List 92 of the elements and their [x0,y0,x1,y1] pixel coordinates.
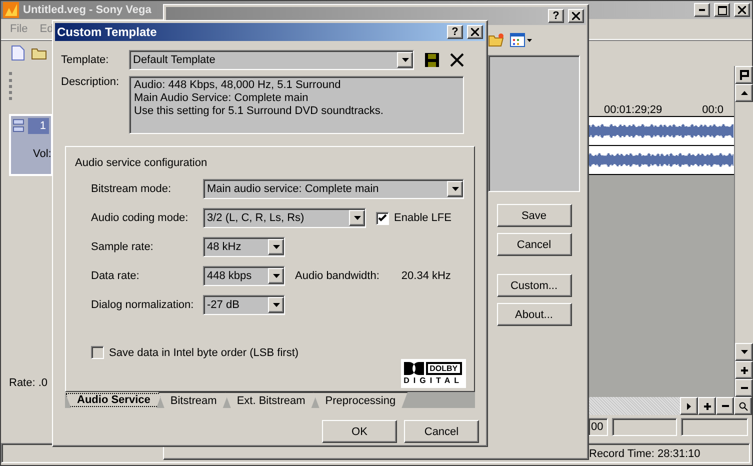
dialog-button[interactable]: About... [496,303,572,326]
delete-icon[interactable] [450,53,464,67]
caret-icon [452,187,458,191]
close-icon [738,6,746,14]
dialog-button[interactable]: Cancel [404,420,479,443]
zoom-out-button[interactable] [735,379,753,397]
window-title: Untitled.veg - Sony Vega [23,4,152,16]
volume-label: Vol: [32,148,49,160]
dialog-button[interactable]: Cancel [496,233,572,256]
bandwidth-label: Audio bandwidth: [295,270,380,282]
close-icon [471,28,479,36]
checkbox[interactable] [91,346,104,359]
dialog-button[interactable]: Save [496,204,572,227]
dropdown[interactable]: 48 kHz [203,237,285,257]
flag-icon [740,70,748,80]
dropdown[interactable]: 3/2 (L, C, R, Ls, Rs) [203,208,366,228]
tab[interactable]: Ext. Bitstream [224,392,318,408]
close-button[interactable] [467,25,483,39]
caret-icon [272,245,280,249]
field-label: Audio coding mode: [91,212,190,224]
caret-icon [740,350,748,354]
zoom-out-button[interactable] [716,397,734,415]
text-field[interactable] [681,418,748,436]
right-arrow-icon [687,402,691,410]
description-line: Audio: 448 Kbps, 48,000 Hz, 5.1 Surround [134,79,342,92]
time-marker: 00:0 [702,104,724,116]
dropdown[interactable]: -27 dB [203,295,285,315]
tab[interactable]: Audio Service [65,392,162,408]
marker-button[interactable] [735,66,753,84]
caret-icon [354,216,360,220]
scroll-down-button[interactable] [735,343,753,361]
caret-icon [272,303,280,307]
maximize-icon [718,6,726,14]
time-field[interactable]: 00 [588,418,608,436]
help-button[interactable]: ? [447,25,463,39]
horizontal-scrollbar[interactable] [588,397,752,415]
close-icon [572,12,580,20]
caret-icon [402,58,408,62]
magnifier-icon [738,402,748,410]
dialog-button[interactable]: OK [322,420,397,443]
maximize-button[interactable] [714,3,730,17]
field-label: Data rate: [91,270,140,282]
rate-label: Rate: .0 [9,377,49,389]
folder-icon[interactable] [488,33,504,47]
scroll-up-button[interactable] [735,84,753,102]
dropdown[interactable]: 448 kbps [203,266,285,286]
zoom-in-button[interactable] [698,397,716,415]
checkbox[interactable] [376,212,389,224]
group-title: Audio service configuration [75,157,208,169]
toolbar-grip[interactable] [9,72,15,100]
zoom-button[interactable] [734,397,752,415]
plus-icon [704,402,710,410]
dropdown[interactable]: Default Template [129,50,414,70]
help-button[interactable]: ? [548,9,564,23]
template-label: Template: [61,54,110,66]
description-line: Use this setting for 5.1 Surround DVD soundtracks. [134,105,384,118]
field-label: Dialog normalization: [91,299,195,311]
dialog-button[interactable]: Custom... [496,274,572,297]
new-file-icon[interactable] [11,45,25,61]
record-time: Record Time: 28:31:10 [588,447,702,462]
time-marker: 00:01:29;29 [604,104,662,116]
checkbox-label: Save data in Intel byte order (LSB first) [109,346,299,358]
app-icon [3,2,19,18]
description-label: Description: [61,76,120,88]
dropdown[interactable]: Main audio service: Complete main [203,179,464,199]
minimize-button[interactable] [694,3,710,17]
plus-icon [740,366,748,374]
text-field[interactable] [612,418,677,436]
dialog-title: Custom Template [57,25,157,39]
folder-icon[interactable] [31,46,47,60]
zoom-in-button[interactable] [735,361,753,379]
check-icon [378,214,387,222]
checkbox-label: Enable LFE [394,212,452,224]
scroll-right-button[interactable] [680,397,698,415]
description-line: Main Audio Service: Complete main [134,92,310,105]
caret-icon [272,274,280,278]
close-button[interactable] [734,3,750,17]
minus-icon [740,387,748,389]
minimize-icon [699,9,705,11]
view-options-icon[interactable] [510,33,532,47]
bandwidth-value: 20.34 kHz [401,270,451,282]
field-label: Bitstream mode: [91,183,172,195]
save-icon[interactable] [424,52,440,68]
close-button[interactable] [568,9,584,23]
tab[interactable]: Preprocessing [313,392,408,408]
minus-icon [722,405,728,407]
dolby-logo: DOLBY DIGITAL [400,359,466,388]
up-arrow-icon [740,91,748,95]
track-icon[interactable] [13,118,24,134]
track-number: 1 [28,118,49,134]
tab[interactable]: Bitstream [158,392,229,408]
field-label: Sample rate: [91,241,154,253]
